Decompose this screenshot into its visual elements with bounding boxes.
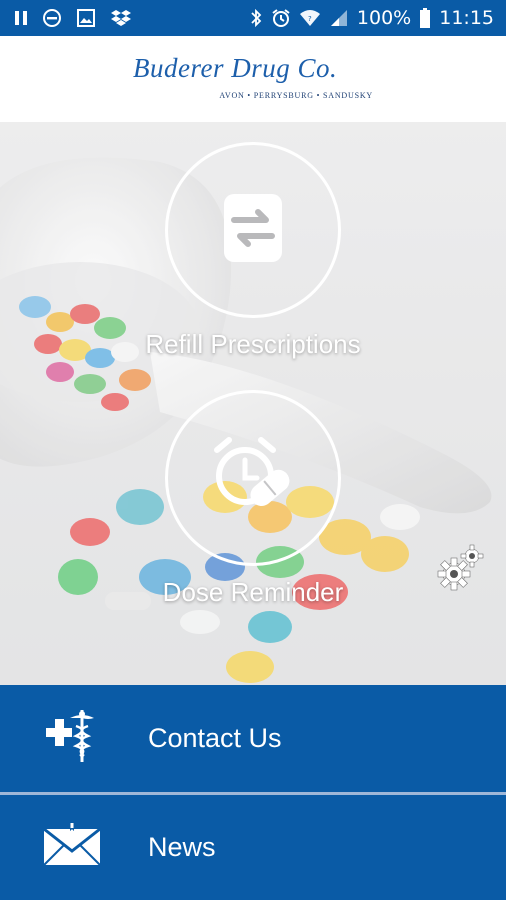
status-bar: ? 100% 11:15 bbox=[0, 0, 506, 36]
signal-icon bbox=[329, 8, 349, 28]
do-not-disturb-icon bbox=[42, 8, 62, 28]
dose-reminder-button[interactable] bbox=[165, 390, 341, 566]
alarm-icon bbox=[271, 8, 291, 28]
contact-us-label: Contact Us bbox=[148, 723, 282, 753]
alarm-pill-icon bbox=[211, 436, 295, 521]
battery-percent: 100% bbox=[356, 7, 412, 29]
image-icon bbox=[76, 8, 96, 28]
refill-arrows-icon bbox=[222, 192, 284, 269]
wifi-icon: ? bbox=[299, 8, 321, 28]
svg-text:?: ? bbox=[308, 15, 312, 23]
status-right-icons: ? 100% 11:15 bbox=[249, 7, 506, 29]
news-label: News bbox=[148, 832, 216, 862]
clock-time: 11:15 bbox=[439, 7, 494, 29]
refill-prescriptions-label[interactable]: Refill Prescriptions bbox=[0, 329, 506, 360]
brand-logo: Buderer Drug Co. AVON • PERRYSBURG • SAN… bbox=[133, 51, 373, 107]
pause-icon bbox=[14, 10, 28, 26]
status-left-icons bbox=[0, 8, 132, 28]
logo-locations: AVON • PERRYSBURG • SANDUSKY bbox=[219, 91, 373, 100]
dropbox-icon bbox=[110, 8, 132, 28]
hero-section: Refill Prescriptions Dose Reminder bbox=[0, 122, 506, 685]
dose-reminder-label[interactable]: Dose Reminder bbox=[0, 577, 506, 608]
caduceus-cross-icon bbox=[42, 708, 102, 769]
battery-icon bbox=[419, 7, 431, 29]
bluetooth-icon bbox=[249, 8, 263, 28]
app-header: Buderer Drug Co. AVON • PERRYSBURG • SAN… bbox=[0, 36, 506, 122]
gears-icon[interactable] bbox=[432, 540, 488, 596]
envelope-icon bbox=[42, 821, 102, 872]
refill-prescriptions-button[interactable] bbox=[165, 142, 341, 318]
contact-us-menu-item[interactable]: Contact Us bbox=[0, 685, 506, 792]
news-menu-item[interactable]: News bbox=[0, 795, 506, 900]
logo-text: Buderer Drug Co. bbox=[133, 53, 338, 83]
